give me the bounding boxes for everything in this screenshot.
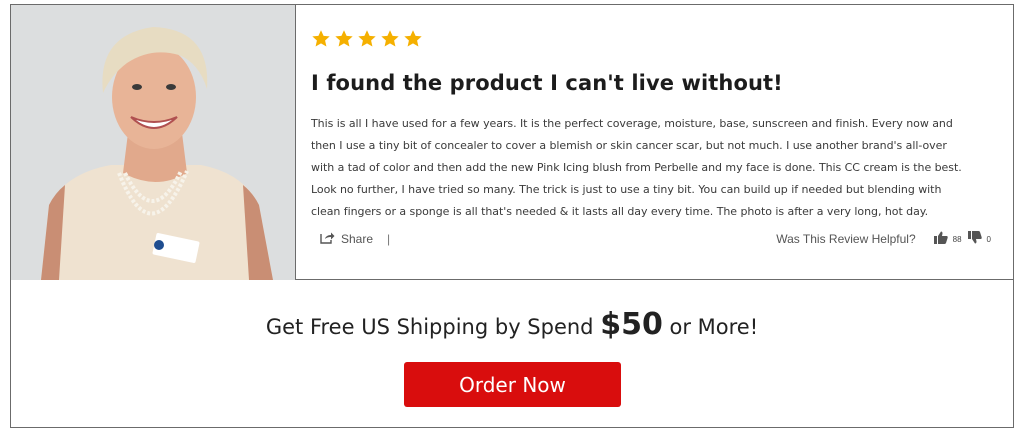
share-label: Share: [341, 232, 374, 246]
upvote-count: 88: [952, 234, 962, 244]
review-content: I found the product I can't live without…: [296, 5, 1013, 280]
thumbs-down-icon: [967, 231, 982, 247]
share-button[interactable]: Share |: [320, 231, 390, 247]
shipping-promo: Get Free US Shipping by Spend $50 or Mor…: [11, 307, 1013, 342]
helpful-label: Was This Review Helpful?: [776, 232, 916, 246]
review-section: I found the product I can't live without…: [11, 5, 1013, 280]
star-icon: [381, 30, 399, 47]
review-body: This is all I have used for a few years.…: [311, 117, 962, 218]
share-icon: [320, 231, 335, 247]
thumbs-up-icon: [933, 231, 948, 247]
star-rating: [311, 29, 423, 49]
review-card: I found the product I can't live without…: [10, 4, 1014, 428]
star-icon: [358, 30, 376, 47]
star-icon: [312, 30, 330, 47]
review-title: I found the product I can't live without…: [311, 71, 783, 95]
action-separator: |: [387, 232, 391, 246]
promo-text-after: or More!: [662, 315, 759, 339]
order-now-button[interactable]: Order Now: [404, 362, 621, 407]
reviewer-photo: [11, 5, 296, 280]
promo-section: Get Free US Shipping by Spend $50 or Mor…: [11, 281, 1013, 427]
star-icon: [404, 30, 422, 47]
star-icon: [335, 30, 353, 47]
downvote-button[interactable]: 0: [967, 231, 991, 247]
review-actions: Share | Was This Review Helpful? 88 0: [311, 231, 991, 251]
upvote-button[interactable]: 88: [933, 231, 962, 247]
promo-amount: $50: [600, 307, 663, 342]
promo-text-before: Get Free US Shipping by Spend: [265, 315, 601, 339]
helpful-votes: Was This Review Helpful? 88 0: [776, 231, 991, 247]
downvote-count: 0: [986, 234, 991, 244]
